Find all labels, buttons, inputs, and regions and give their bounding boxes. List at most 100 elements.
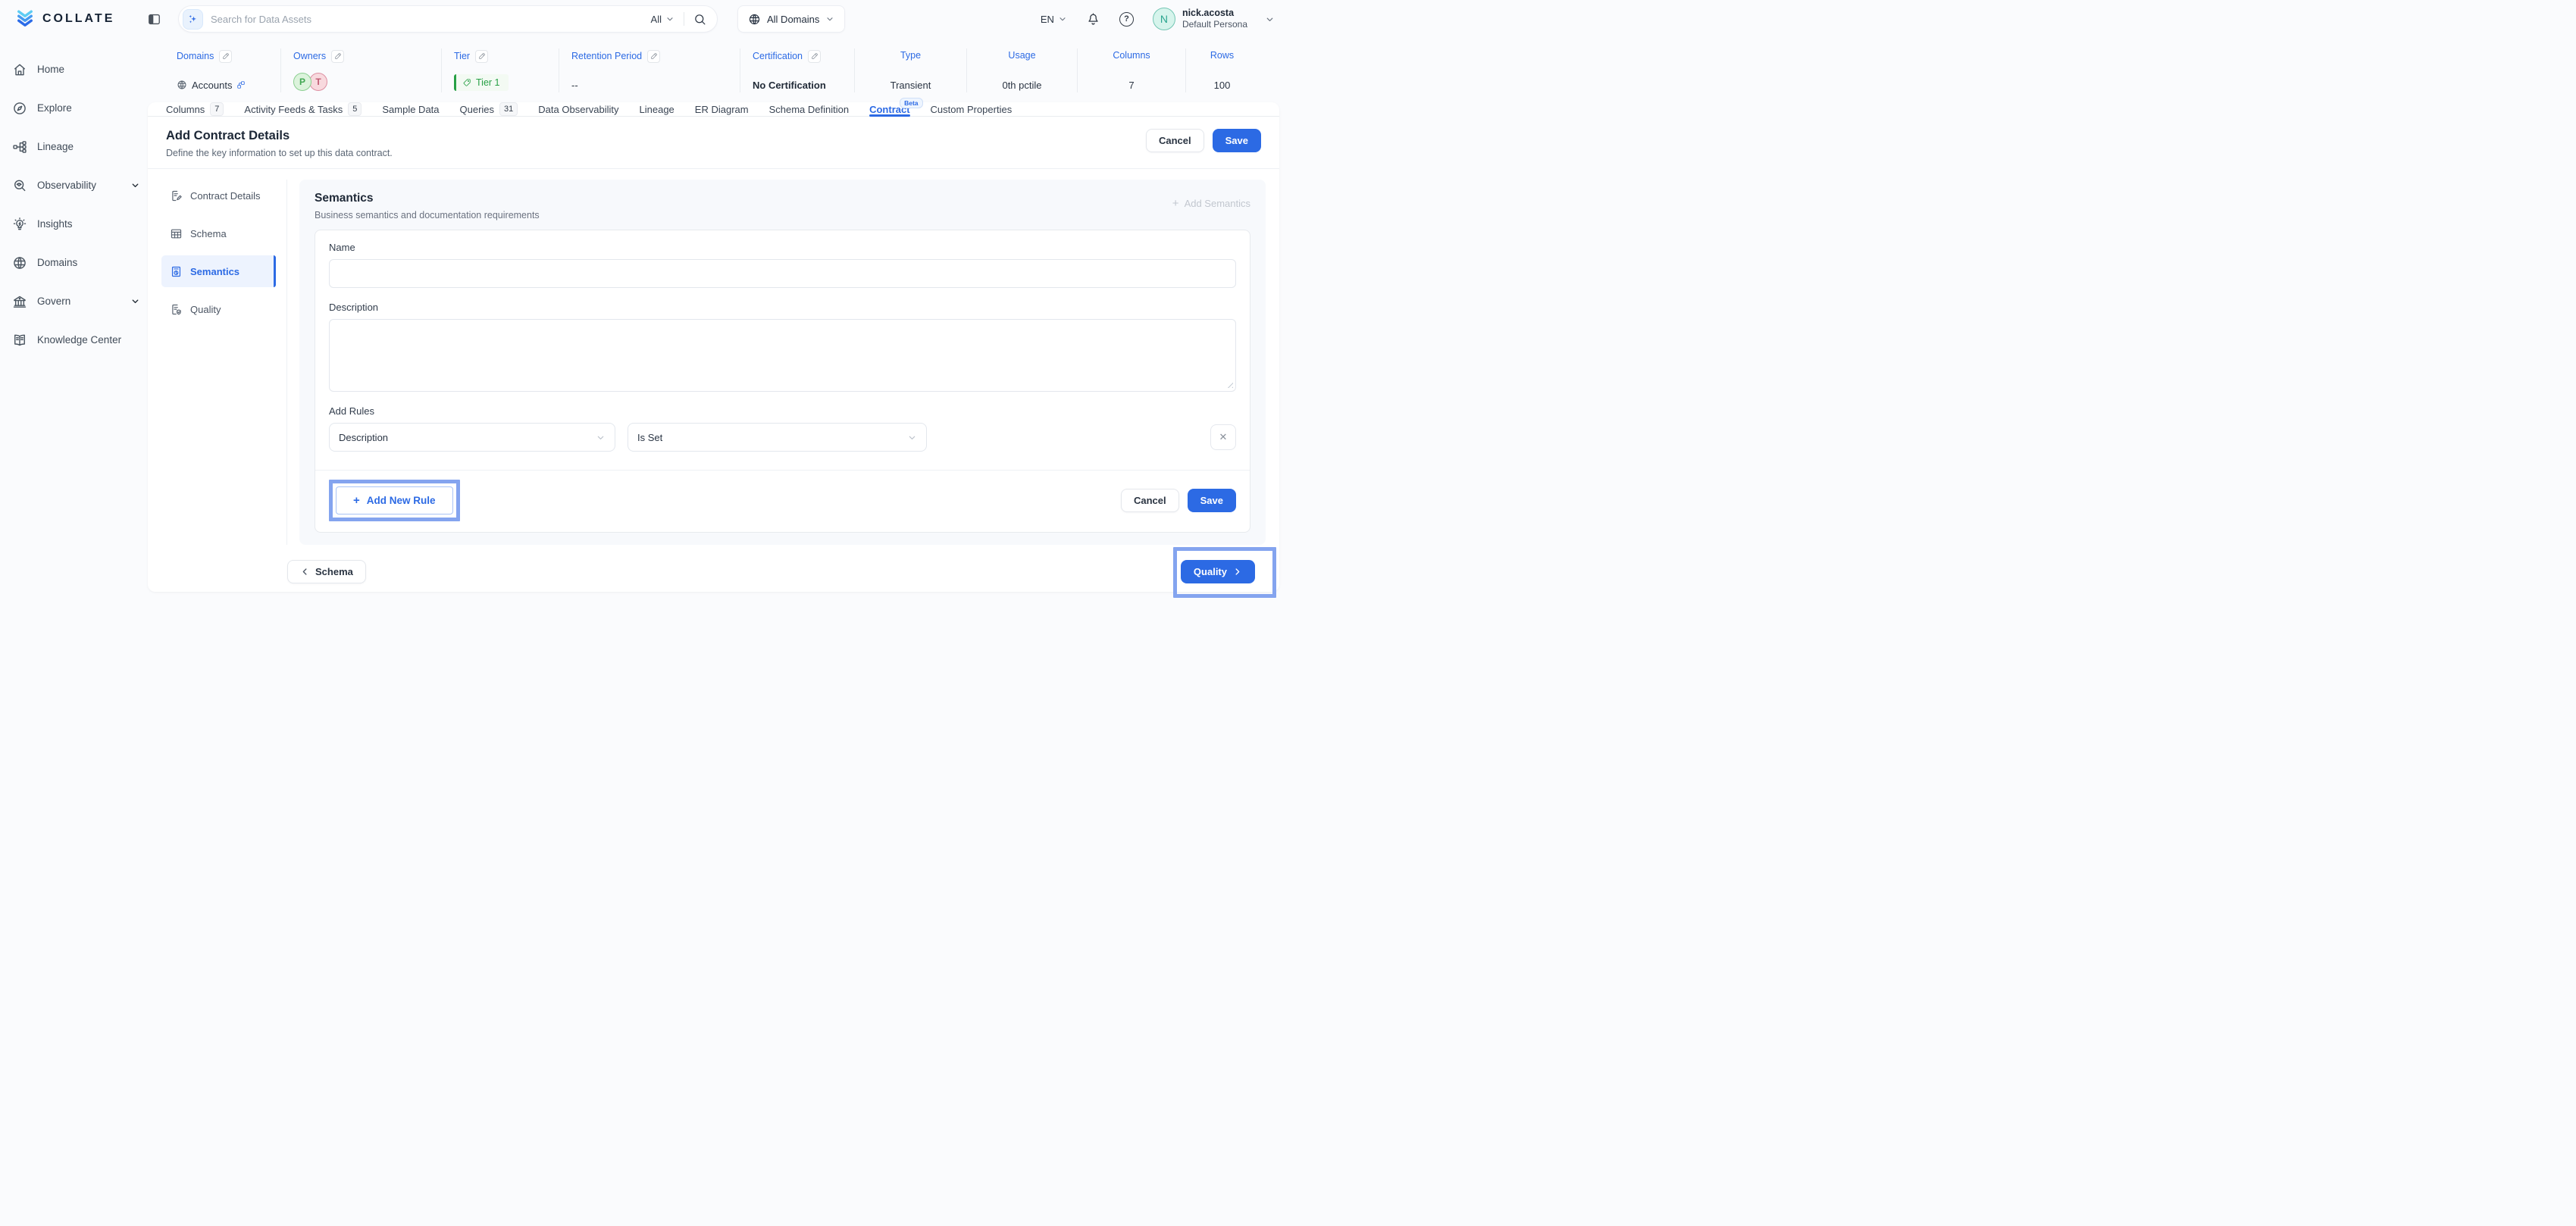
search-icon[interactable] (693, 13, 706, 26)
rule-operator-select[interactable]: Is Set (628, 423, 927, 452)
chevron-down-icon (1058, 14, 1067, 23)
tab-queries[interactable]: Queries31 (460, 102, 518, 116)
asset-detail-card: Columns7 Activity Feeds & Tasks5 Sample … (148, 102, 1279, 592)
name-label: Name (329, 242, 1236, 253)
rule-field-select[interactable]: Description (329, 423, 615, 452)
all-domains-dropdown[interactable]: All Domains (737, 5, 845, 33)
step-label: Contract Details (190, 190, 260, 202)
avatar: N (1153, 8, 1175, 30)
home-icon (12, 62, 27, 77)
search-scope-dropdown[interactable]: All (651, 14, 675, 25)
sidebar-item-domains[interactable]: Domains (12, 243, 140, 282)
meta-certification: Certification No Certification (740, 48, 854, 92)
tab-label: Columns (166, 104, 205, 115)
form-cancel-button[interactable]: Cancel (1121, 489, 1179, 512)
rows-value: 100 (1214, 80, 1231, 91)
form-save-button[interactable]: Save (1188, 489, 1236, 512)
asset-tabs: Columns7 Activity Feeds & Tasks5 Sample … (148, 102, 1279, 117)
step-schema[interactable]: Schema (161, 217, 276, 249)
tab-custom-properties[interactable]: Custom Properties (931, 102, 1013, 116)
tab-schema-definition[interactable]: Schema Definition (769, 102, 850, 116)
chevron-down-icon (596, 433, 606, 443)
divider (315, 470, 1250, 471)
tab-activity-feeds-tasks[interactable]: Activity Feeds & Tasks5 (244, 102, 362, 116)
user-persona: Default Persona (1182, 19, 1247, 30)
avatar[interactable]: P (293, 73, 311, 91)
sidebar-item-home[interactable]: Home (12, 50, 140, 89)
remove-rule-button[interactable]: ✕ (1210, 424, 1236, 450)
edit-owners-button[interactable] (331, 50, 344, 63)
pencil-icon (478, 52, 486, 60)
notifications-bell-icon[interactable] (1086, 12, 1100, 27)
language-label: EN (1041, 14, 1054, 25)
edit-domains-button[interactable] (219, 50, 232, 63)
help-icon[interactable]: ? (1119, 12, 1134, 27)
language-dropdown[interactable]: EN (1041, 14, 1067, 25)
save-button[interactable]: Save (1213, 129, 1261, 152)
contract-body: Contract Details Schema Semantics Qualit… (148, 169, 1279, 545)
tab-columns[interactable]: Columns7 (166, 102, 224, 116)
description-textarea[interactable] (329, 319, 1236, 392)
compass-icon (12, 101, 27, 116)
sidebar-toggle-icon[interactable] (147, 12, 161, 27)
add-new-rule-button[interactable]: + Add New Rule (336, 486, 453, 514)
edit-certification-button[interactable] (808, 50, 821, 63)
tab-contract[interactable]: ContractBeta (869, 102, 909, 116)
plus-icon: + (353, 495, 360, 506)
file-chart-icon (170, 265, 183, 278)
globe-icon (12, 255, 27, 271)
tab-data-observability[interactable]: Data Observability (538, 102, 618, 116)
search-input[interactable] (211, 14, 651, 25)
ai-sparkle-icon[interactable] (183, 9, 203, 30)
tab-label: Sample Data (382, 104, 439, 115)
sidebar-item-insights[interactable]: Insights (12, 205, 140, 243)
sidebar-item-label: Knowledge Center (37, 334, 121, 346)
tab-count: 5 (348, 102, 362, 116)
columns-value: 7 (1128, 80, 1134, 91)
next-step-button[interactable]: Quality (1181, 560, 1255, 583)
user-name: nick.acosta (1182, 8, 1247, 20)
meta-retention-period: Retention Period -- (559, 48, 740, 92)
tier-badge[interactable]: Tier 1 (454, 74, 509, 91)
sidebar-item-govern[interactable]: Govern (12, 282, 140, 321)
topbar-right: EN ? N nick.acosta Default Persona (1041, 8, 1275, 31)
sidebar-item-lineage[interactable]: Lineage (12, 127, 140, 166)
sidebar-item-label: Observability (37, 180, 96, 191)
add-semantics-button[interactable]: + Add Semantics (1172, 198, 1250, 209)
step-contract-details[interactable]: Contract Details (161, 180, 276, 211)
beta-badge: Beta (900, 98, 922, 108)
chevron-down-icon (1265, 14, 1275, 24)
owner-avatars[interactable]: P T (293, 73, 434, 91)
file-edit-icon (170, 189, 183, 202)
previous-step-button[interactable]: Schema (287, 560, 366, 583)
sidebar-item-explore[interactable]: Explore (12, 89, 140, 127)
govern-bank-icon (12, 294, 27, 309)
name-input[interactable] (329, 259, 1236, 288)
chevron-down-icon (825, 14, 834, 23)
add-semantics-label: Add Semantics (1185, 198, 1250, 209)
meta-label: Usage (1008, 50, 1035, 61)
previous-step-label: Schema (315, 566, 353, 577)
edit-tier-button[interactable] (475, 50, 488, 63)
panel-title: Semantics (315, 192, 540, 205)
user-menu[interactable]: N nick.acosta Default Persona (1153, 8, 1275, 31)
avatar[interactable]: T (309, 73, 327, 91)
lineage-icon (12, 139, 27, 155)
step-semantics[interactable]: Semantics (161, 255, 276, 287)
sidebar-item-observability[interactable]: Observability (12, 166, 140, 205)
global-search[interactable]: All (178, 5, 718, 33)
chevron-left-icon (300, 567, 310, 577)
tab-er-diagram[interactable]: ER Diagram (695, 102, 749, 116)
tab-lineage[interactable]: Lineage (640, 102, 675, 116)
tab-sample-data[interactable]: Sample Data (382, 102, 439, 116)
meta-columns: Columns 7 (1077, 48, 1185, 92)
cancel-button[interactable]: Cancel (1146, 129, 1204, 152)
tab-label: Custom Properties (931, 104, 1013, 115)
sidebar-item-knowledge-center[interactable]: Knowledge Center (12, 321, 140, 359)
pencil-icon (650, 52, 658, 60)
edit-retention-button[interactable] (647, 50, 660, 63)
domain-link[interactable]: Accounts (192, 80, 232, 91)
step-quality[interactable]: Quality (161, 293, 276, 325)
search-scope-label: All (651, 14, 662, 25)
meta-label: Columns (1113, 50, 1150, 61)
